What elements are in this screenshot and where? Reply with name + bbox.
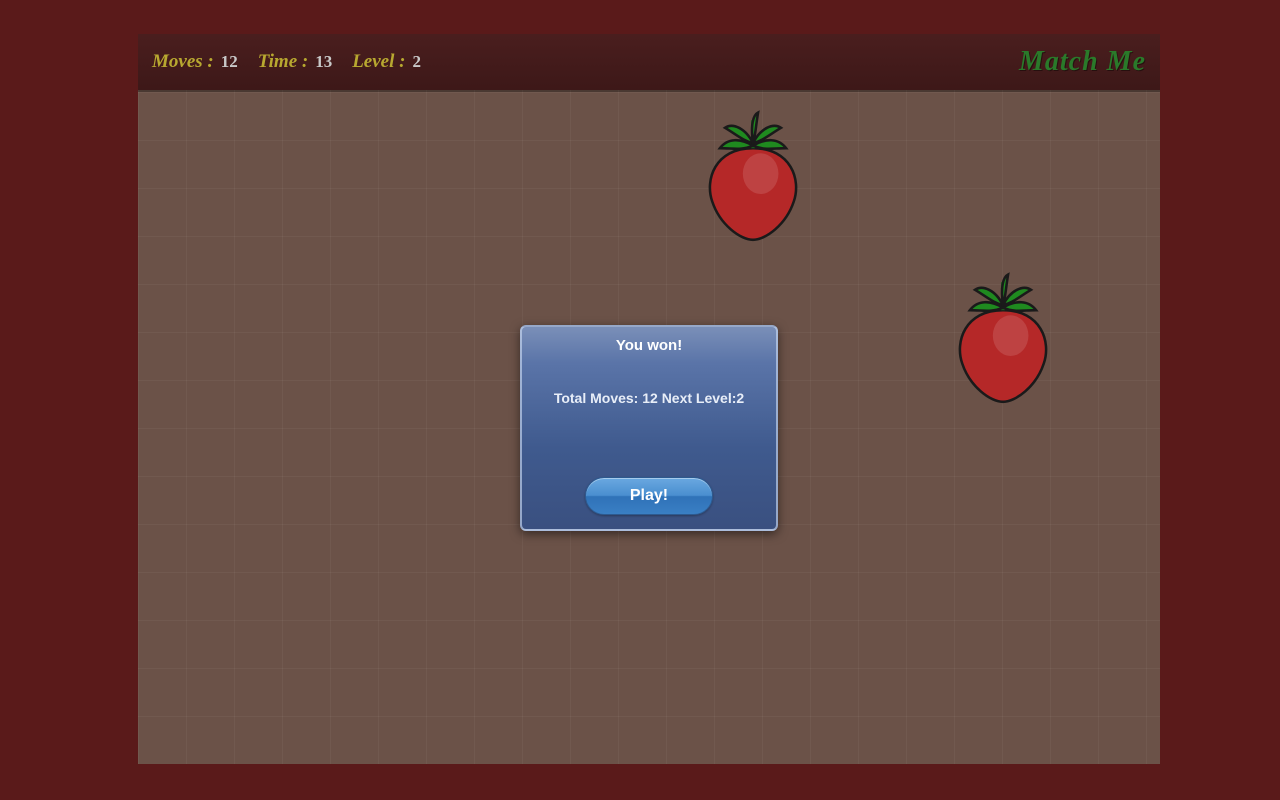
stats-group: Moves : 12 Time : 13 Level : 2 — [152, 51, 421, 73]
moves-stat: Moves : 12 — [152, 51, 238, 73]
win-dialog: You won! Total Moves: 12 Next Level:2 Pl… — [520, 325, 778, 531]
play-button[interactable]: Play! — [585, 477, 713, 515]
time-stat: Time : 13 — [258, 51, 332, 73]
play-area: You won! Total Moves: 12 Next Level:2 Pl… — [138, 90, 1160, 764]
time-value: 13 — [315, 52, 332, 71]
dialog-body: Total Moves: 12 Next Level:2 — [554, 390, 744, 406]
moves-value: 12 — [221, 52, 238, 71]
dialog-title: You won! — [616, 337, 682, 354]
time-label: Time : — [258, 51, 308, 72]
game-title: Match Me — [1019, 46, 1146, 78]
level-value: 2 — [412, 52, 421, 71]
game-frame: Moves : 12 Time : 13 Level : 2 Match Me — [138, 34, 1160, 764]
header-bar: Moves : 12 Time : 13 Level : 2 Match Me — [138, 34, 1160, 90]
level-label: Level : — [352, 51, 405, 72]
moves-label: Moves : — [152, 51, 214, 72]
level-stat: Level : 2 — [352, 51, 421, 73]
dialog-overlay: You won! Total Moves: 12 Next Level:2 Pl… — [138, 92, 1160, 764]
